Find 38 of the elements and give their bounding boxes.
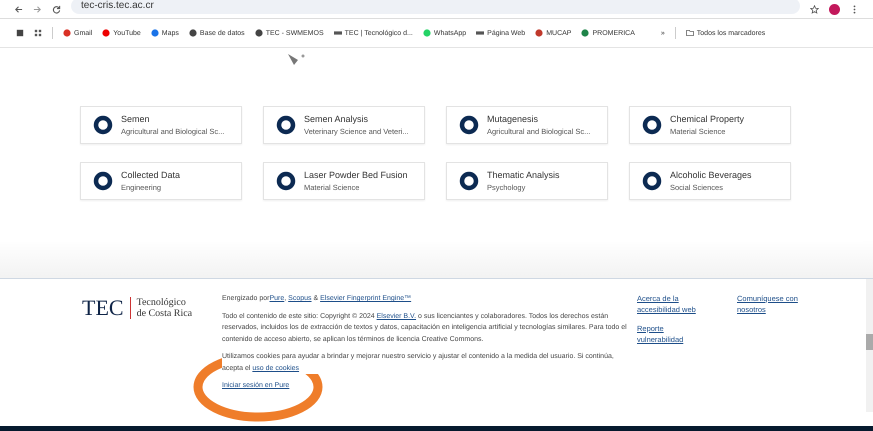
- site-icon: [63, 29, 71, 37]
- concept-name: Chemical Property: [670, 114, 744, 124]
- illustration-fragment-icon: [286, 52, 306, 66]
- fingerprint-ring-icon: [459, 115, 479, 135]
- site-icon: [188, 29, 197, 37]
- site-icon: [254, 29, 263, 37]
- fingerprint-ring-icon: [93, 115, 113, 135]
- site-icon: [535, 29, 544, 37]
- concept-name: Semen Analysis: [304, 114, 370, 124]
- scrollbar[interactable]: [866, 279, 873, 412]
- site-icon: [102, 29, 110, 37]
- fingerprint-ring-icon: [93, 171, 113, 191]
- concept-name: Semen: [121, 114, 151, 124]
- fingerprint-ring-icon: [459, 171, 479, 191]
- back-icon[interactable]: [14, 4, 23, 14]
- site-icon: [334, 29, 342, 37]
- fingerprint-ring-icon: [276, 171, 296, 191]
- concept-name: Mutagenesis: [487, 114, 540, 124]
- folder-icon: [686, 29, 694, 37]
- forward-icon[interactable]: [33, 4, 42, 14]
- site-icon: [476, 29, 484, 37]
- grid-icon[interactable]: [34, 29, 42, 37]
- tec-logo[interactable]: TEC Tecnológico de Costa Rica: [82, 293, 222, 323]
- concept-name: Collected Data: [121, 170, 180, 180]
- fingerprint-ring-icon: [276, 115, 296, 135]
- concept-name: Laser Powder Bed Fusion: [304, 170, 408, 180]
- site-icon: [150, 29, 159, 37]
- concept-name: Alcoholic Beverages: [670, 170, 752, 180]
- reload-icon[interactable]: [52, 4, 61, 14]
- site-icon: [581, 29, 590, 37]
- fingerprint-ring-icon: [642, 115, 662, 135]
- apps-icon[interactable]: [16, 29, 24, 37]
- star-icon[interactable]: [810, 4, 819, 14]
- profile-avatar[interactable]: [829, 4, 840, 14]
- fingerprint-ring-icon: [642, 171, 662, 191]
- concept-name: Thematic Analysis: [487, 170, 560, 180]
- address-bar[interactable]: tec-cris.tec.ac.cr: [71, 0, 800, 14]
- site-icon: [422, 29, 431, 37]
